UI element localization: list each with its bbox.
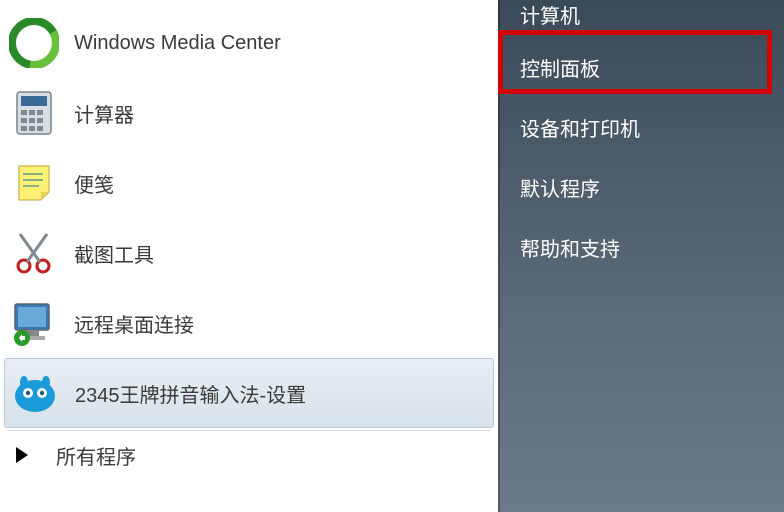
left-item-label: 截图工具 bbox=[74, 239, 154, 268]
right-item-computer[interactable]: 计算机 bbox=[498, 0, 784, 34]
left-item-label: 计算器 bbox=[74, 99, 134, 128]
left-item-label: 远程桌面连接 bbox=[74, 309, 194, 338]
left-item-label: 2345王牌拼音输入法-设置 bbox=[75, 379, 306, 408]
left-item-label: 便笺 bbox=[74, 169, 114, 198]
right-item-label: 设备和打印机 bbox=[520, 113, 640, 142]
all-programs-label: 所有程序 bbox=[56, 441, 136, 470]
right-item-default-programs[interactable]: 默认程序 bbox=[498, 160, 784, 214]
right-item-label: 帮助和支持 bbox=[520, 233, 620, 262]
right-item-control-panel[interactable]: 控制面板 bbox=[498, 40, 784, 94]
start-menu-right-panel: 计算机 控制面板 设备和打印机 默认程序 帮助和支持 bbox=[498, 0, 784, 512]
calculator-icon bbox=[8, 87, 60, 139]
left-item-media-center[interactable]: Windows Media Center bbox=[0, 8, 498, 78]
sticky-notes-icon bbox=[8, 157, 60, 209]
scissors-icon bbox=[8, 227, 60, 279]
right-item-label: 计算机 bbox=[520, 0, 580, 29]
media-center-icon bbox=[8, 17, 60, 69]
left-item-label: Windows Media Center bbox=[74, 32, 281, 55]
left-item-remote-desktop[interactable]: 远程桌面连接 bbox=[0, 288, 498, 358]
arrow-right-icon bbox=[16, 447, 28, 463]
remote-desktop-icon bbox=[8, 297, 60, 349]
all-programs[interactable]: 所有程序 bbox=[0, 433, 498, 477]
left-item-ime-2345[interactable]: 2345王牌拼音输入法-设置 bbox=[4, 358, 494, 428]
right-item-label: 控制面板 bbox=[520, 53, 600, 82]
ime-2345-icon bbox=[9, 367, 61, 419]
right-item-label: 默认程序 bbox=[520, 173, 600, 202]
left-item-sticky-notes[interactable]: 便笺 bbox=[0, 148, 498, 218]
right-item-devices-printers[interactable]: 设备和打印机 bbox=[498, 100, 784, 154]
left-item-snipping-tool[interactable]: 截图工具 bbox=[0, 218, 498, 288]
separator bbox=[8, 430, 490, 431]
left-item-calculator[interactable]: 计算器 bbox=[0, 78, 498, 148]
start-menu-left-panel: Windows Media Center 计算器 bbox=[0, 0, 498, 512]
start-menu: Windows Media Center 计算器 bbox=[0, 0, 784, 512]
right-item-help-support[interactable]: 帮助和支持 bbox=[498, 220, 784, 274]
